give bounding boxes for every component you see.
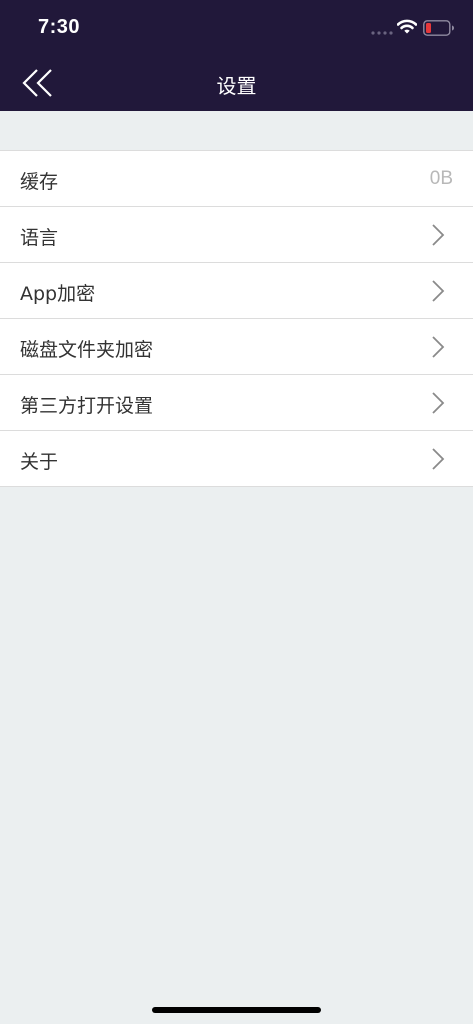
- chevron-right-icon: [432, 448, 445, 470]
- chevron-right-icon: [432, 336, 445, 358]
- settings-item-language[interactable]: 语言: [0, 207, 473, 263]
- settings-item-folder-encryption[interactable]: 磁盘文件夹加密: [0, 319, 473, 375]
- chevron-right-icon: [432, 280, 445, 302]
- wifi-icon: [397, 19, 417, 34]
- settings-item-label: 关于: [20, 451, 59, 473]
- cellular-signal-icon: [371, 31, 393, 35]
- page-title: 设置: [216, 74, 257, 98]
- settings-item-label: App加密: [20, 283, 96, 305]
- settings-item-label: 语言: [20, 227, 59, 249]
- settings-item-label: 第三方打开设置: [20, 395, 154, 417]
- chevron-right-icon: [432, 392, 445, 414]
- cache-size-value: 0B: [429, 168, 453, 189]
- home-indicator[interactable]: [152, 1007, 321, 1013]
- settings-item-third-party-open[interactable]: 第三方打开设置: [0, 375, 473, 431]
- settings-list: 缓存 0B 语言 App加密 磁盘文件夹加密 第三方打开设置 关于: [0, 150, 473, 487]
- settings-item-cache[interactable]: 缓存 0B: [0, 151, 473, 207]
- settings-item-label: 磁盘文件夹加密: [20, 339, 154, 361]
- navigation-header: 7:30 设置: [0, 0, 473, 111]
- battery-low-icon: [423, 20, 454, 36]
- status-time: 7:30: [38, 16, 81, 38]
- settings-item-about[interactable]: 关于: [0, 431, 473, 487]
- chevron-right-icon: [432, 224, 445, 246]
- settings-item-app-lock[interactable]: App加密: [0, 263, 473, 319]
- settings-item-label: 缓存: [20, 171, 59, 193]
